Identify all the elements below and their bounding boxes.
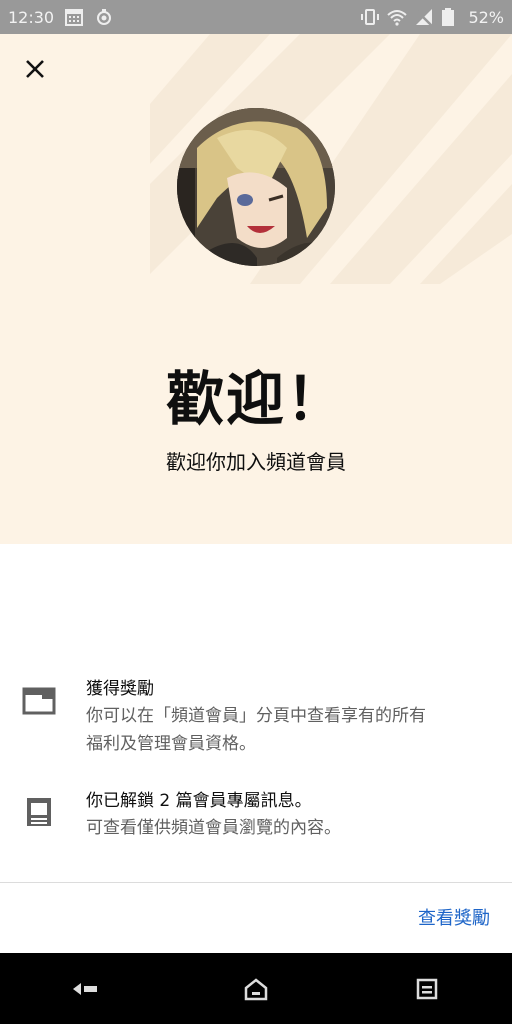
divider [0, 882, 512, 883]
close-icon [26, 60, 44, 78]
recents-icon [416, 978, 437, 999]
calendar-icon [64, 7, 84, 27]
battery-icon [441, 7, 461, 27]
home-icon [244, 977, 268, 1000]
welcome-subtitle: 歡迎你加入頻道會員 [166, 450, 346, 474]
window-icon [22, 686, 58, 718]
status-bar: 12:30 52% [0, 0, 512, 34]
benefit-title: 獲得獎勵 [86, 679, 154, 699]
benefit-description: 可查看僅供頻道會員瀏覽的內容。 [86, 818, 341, 838]
benefit-description: 你可以在「頻道會員」分頁中查看享有的所有 [86, 706, 426, 726]
vibrate-icon [360, 7, 380, 27]
no-signal-icon [414, 7, 434, 27]
benefit-rewards-text: 獲得獎勵 你可以在「頻道會員」分頁中查看享有的所有 福利及管理會員資格。 [86, 676, 496, 758]
back-button[interactable] [65, 969, 105, 1009]
back-icon [73, 982, 98, 995]
welcome-title: 歡迎！ [165, 365, 346, 433]
system-nav-bar [0, 953, 512, 1024]
benefit-posts-text: 你已解鎖 2 篇會員專屬訊息。 可查看僅供頻道會員瀏覽的內容。 [86, 788, 496, 842]
benefit-title: 你已解鎖 2 篇會員專屬訊息。 [86, 791, 312, 811]
wifi-icon [387, 7, 408, 27]
notification-icon [94, 7, 114, 27]
battery-percent: 52% [468, 7, 504, 27]
home-button[interactable] [236, 969, 276, 1009]
close-button[interactable] [18, 52, 52, 86]
channel-avatar [177, 108, 335, 266]
benefit-description: 福利及管理會員資格。 [86, 734, 256, 754]
view-rewards-button[interactable]: 查看獎勵 [418, 904, 490, 930]
welcome-hero: 歡迎！ 歡迎你加入頻道會員 [0, 34, 512, 544]
status-time: 12:30 [8, 7, 55, 27]
screen: 12:30 52% 歡迎！ 歡迎你加入頻道會員 獲得獎勵 你可以在「頻道會員」分… [0, 0, 512, 1024]
post-icon [22, 796, 58, 828]
recents-button[interactable] [407, 969, 447, 1009]
